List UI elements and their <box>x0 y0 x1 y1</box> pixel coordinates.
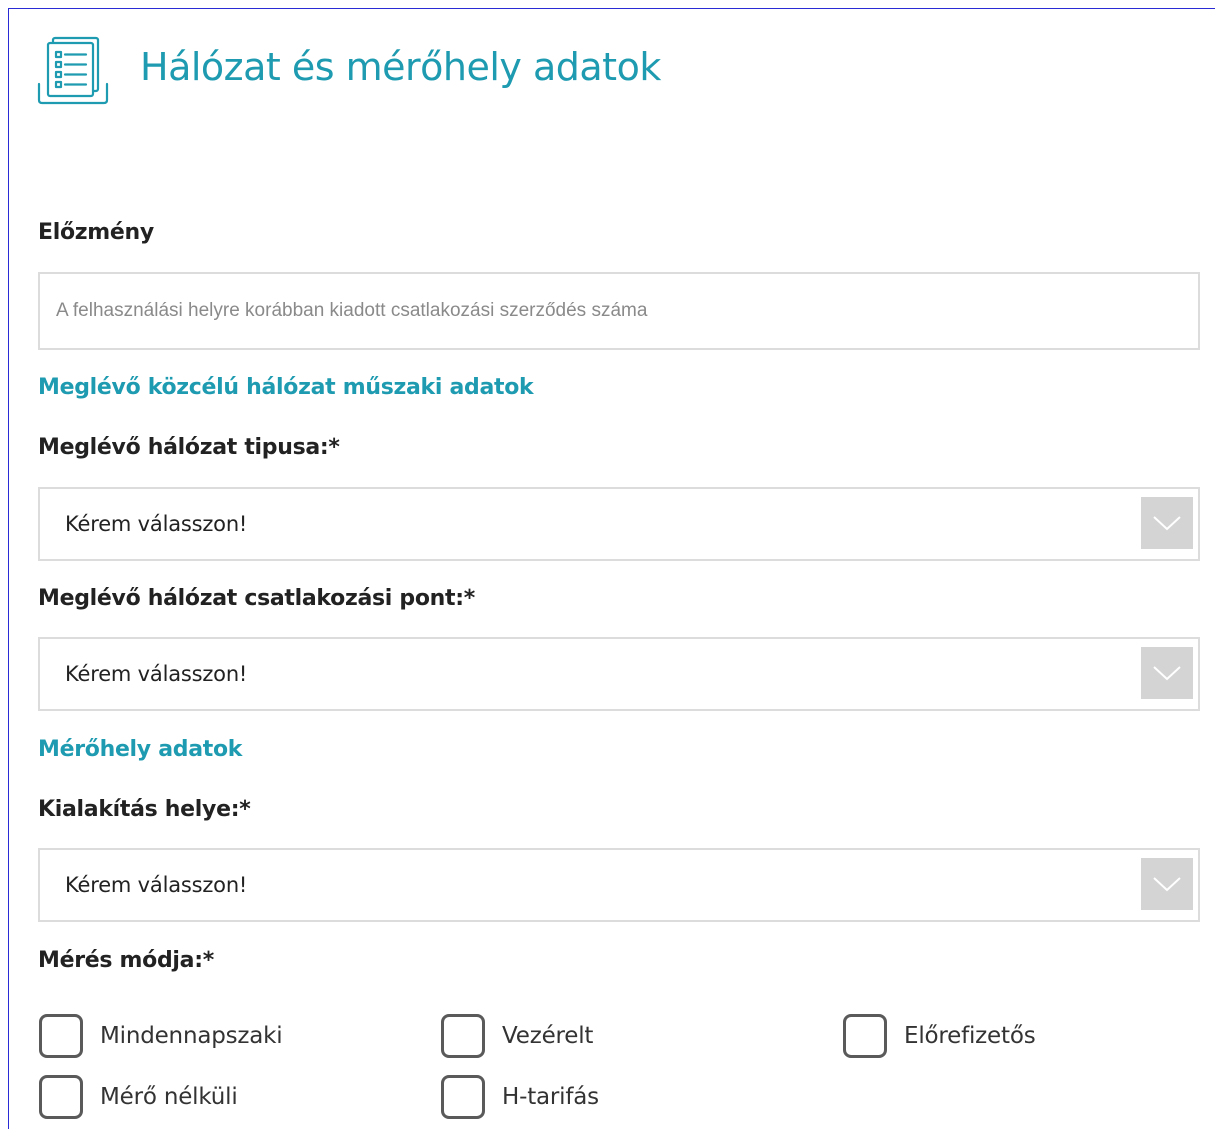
connection-point-label: Meglévő hálózat csatlakozási pont:* <box>38 586 475 611</box>
contract-number-input[interactable] <box>38 272 1200 350</box>
connection-point-selected: Kérem válasszon! <box>65 662 248 686</box>
location-label: Kialakítás helye:* <box>38 797 251 822</box>
page-header: Hálózat és mérőhely adatok <box>36 34 661 106</box>
elozmeny-label: Előzmény <box>38 220 154 245</box>
network-type-label: Meglévő hálózat tipusa:* <box>38 435 340 460</box>
location-dropdown-button[interactable] <box>1141 858 1193 910</box>
checkbox-box[interactable] <box>39 1075 83 1119</box>
checkbox-mero-nelkuli[interactable]: Mérő nélküli <box>39 1075 238 1119</box>
checkbox-label: Vezérelt <box>502 1023 594 1049</box>
chevron-down-icon <box>1153 877 1181 892</box>
network-type-selected: Kérem válasszon! <box>65 512 248 536</box>
chevron-down-icon <box>1153 666 1181 681</box>
checkbox-box[interactable] <box>39 1014 83 1058</box>
checkbox-mindennapszaki[interactable]: Mindennapszaki <box>39 1014 283 1058</box>
checkbox-box[interactable] <box>441 1014 485 1058</box>
checkbox-label: Mérő nélküli <box>100 1084 238 1110</box>
checkbox-elorefizetos[interactable]: Előrefizetős <box>843 1014 1036 1058</box>
checkbox-h-tarifas[interactable]: H-tarifás <box>441 1075 599 1119</box>
checkbox-label: Mindennapszaki <box>100 1023 283 1049</box>
network-type-select[interactable]: Kérem válasszon! <box>38 487 1200 561</box>
document-list-icon <box>37 36 109 105</box>
page-title: Hálózat és mérőhely adatok <box>140 45 661 89</box>
checkbox-label: H-tarifás <box>502 1084 599 1110</box>
measurement-label: Mérés módja:* <box>38 948 214 973</box>
network-section-title: Meglévő közcélú hálózat műszaki adatok <box>38 375 534 400</box>
connection-point-select[interactable]: Kérem válasszon! <box>38 637 1200 711</box>
location-selected: Kérem válasszon! <box>65 873 248 897</box>
connection-point-dropdown-button[interactable] <box>1141 647 1193 699</box>
checkbox-label: Előrefizetős <box>904 1023 1036 1049</box>
network-type-dropdown-button[interactable] <box>1141 497 1193 549</box>
location-select[interactable]: Kérem válasszon! <box>38 848 1200 922</box>
checkbox-box[interactable] <box>441 1075 485 1119</box>
checkbox-box[interactable] <box>843 1014 887 1058</box>
chevron-down-icon <box>1153 516 1181 531</box>
meter-section-title: Mérőhely adatok <box>38 737 243 762</box>
checkbox-vezerelt[interactable]: Vezérelt <box>441 1014 593 1058</box>
